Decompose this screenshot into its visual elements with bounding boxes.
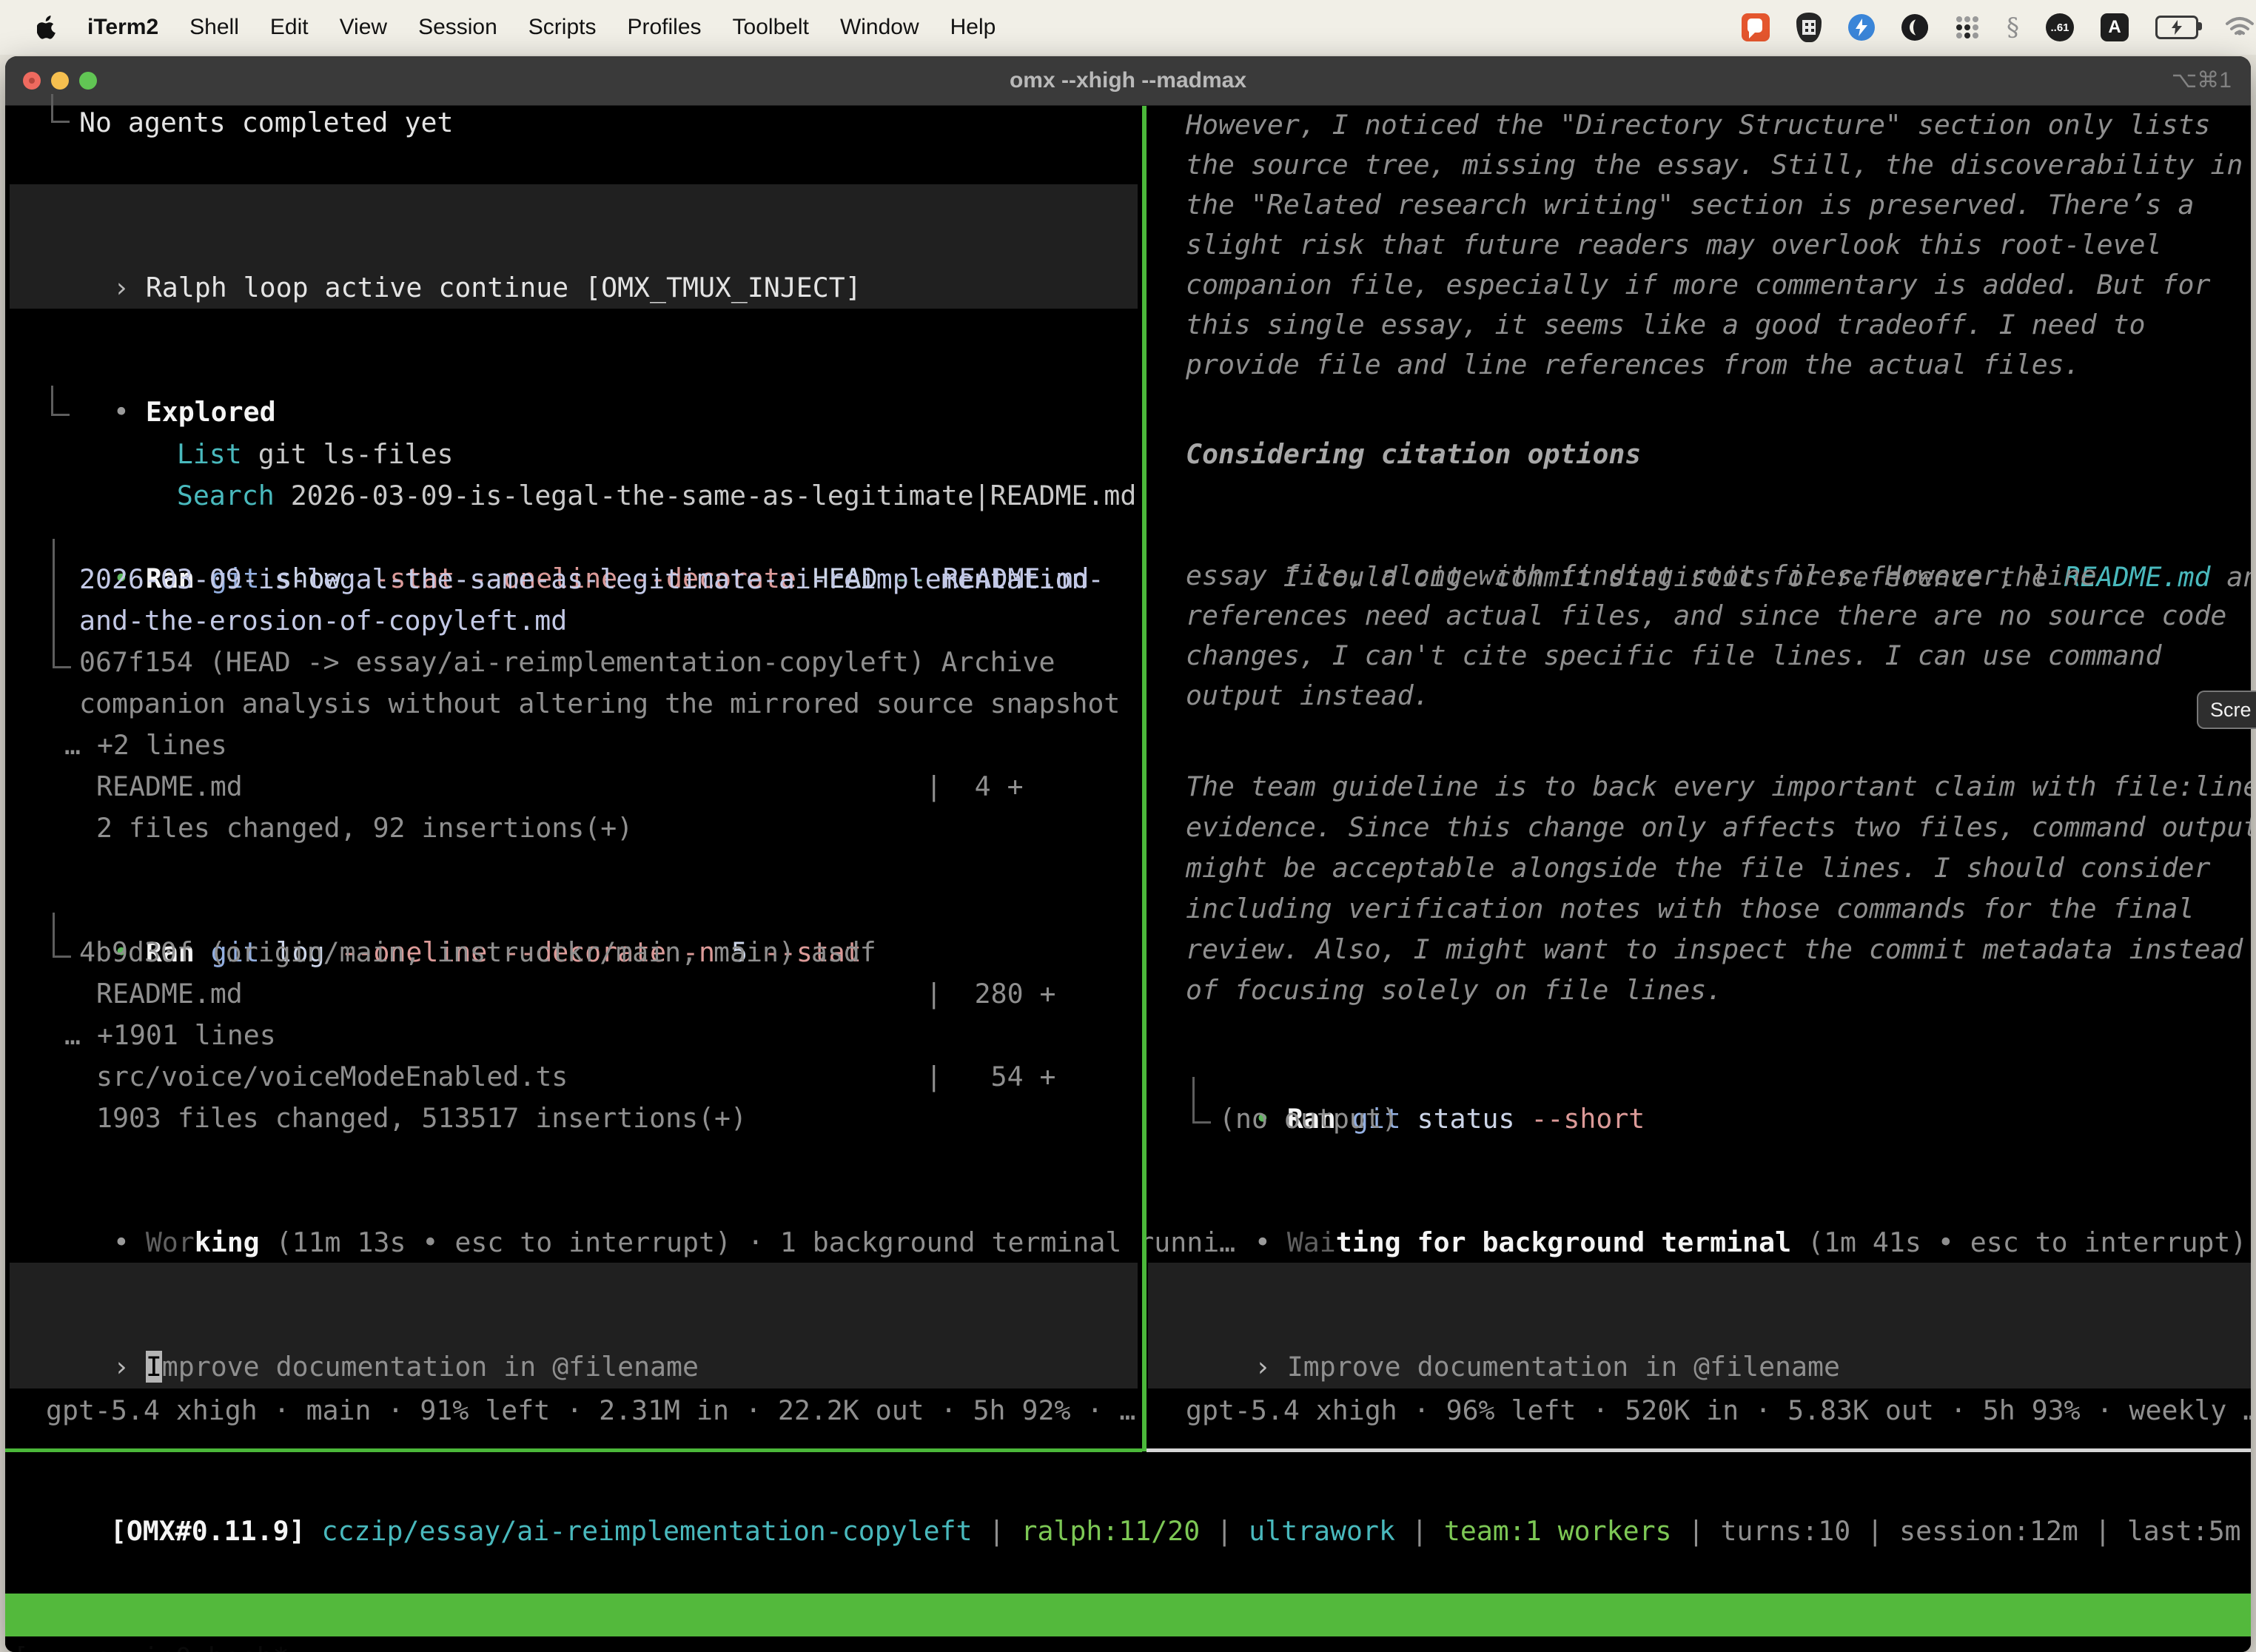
macos-menu-bar: iTerm2 Shell Edit View Session Scripts P… <box>0 0 2256 55</box>
git-show-output-line: companion analysis without altering the … <box>79 683 1120 725</box>
menu-item-window[interactable]: Window <box>840 15 919 40</box>
reasoning-paragraph-line: changes, I can't cite specific file line… <box>1186 635 2162 676</box>
window-shortcut-badge: ⌥⌘1 <box>2172 56 2232 105</box>
explored-search-line: Search 2026-03-09-is-legal-the-same-as-l… <box>79 434 1136 475</box>
menu-item-toolbelt[interactable]: Toolbelt <box>733 15 809 40</box>
git-show-stat-line: README.md | 4 + <box>96 766 1024 807</box>
git-show-arg-cont1: 2026-03-09-is-legal-the-same-as-legitima… <box>79 559 1104 600</box>
menu-item-session[interactable]: Session <box>418 15 497 40</box>
prompt-chevron: › <box>113 272 146 303</box>
menubar-status-icons: § ..61 A <box>1742 13 2256 42</box>
prompt-chevron: › <box>1255 1351 1287 1383</box>
git-status-command-line: • Ran git status --short <box>1157 1057 1645 1098</box>
git-show-arg-cont2: and-the-erosion-of-copyleft.md <box>79 600 567 642</box>
screen-share-overlay-button[interactable]: Scre <box>2197 691 2256 729</box>
reasoning-paragraph-line: evidence. Since this change only affects… <box>1186 807 2251 848</box>
git-log-stat-line: src/voice/voiceModeEnabled.ts | 54 + <box>96 1056 1056 1098</box>
dots-grid-icon[interactable] <box>1955 15 1980 40</box>
left-model-status-line: gpt-5.4 xhigh · main · 91% left · 2.31M … <box>46 1390 1135 1431</box>
blue-badge-icon[interactable] <box>1848 14 1875 41</box>
window-title: omx --xhigh --madmax <box>5 56 2251 105</box>
reasoning-paragraph-line: provide file and line references from th… <box>1186 344 2081 386</box>
menu-item-help[interactable]: Help <box>950 15 996 40</box>
menu-item-view[interactable]: View <box>340 15 387 40</box>
git-show-more-line: … +2 lines <box>64 725 227 766</box>
s-curve-icon[interactable]: § <box>2007 13 2019 42</box>
reasoning-paragraph-line: output instead. <box>1186 675 1430 716</box>
reasoning-paragraph-line: this single essay, it seems like a good … <box>1186 304 2146 346</box>
chat-app-icon[interactable] <box>1742 13 1770 41</box>
bullet-icon: • <box>113 1226 146 1258</box>
terminal-screen: No agents completed yet › Ralph loop act… <box>5 106 2251 1652</box>
dark-crescent-icon[interactable] <box>1901 14 1928 41</box>
reasoning-paragraph-line: slight risk that future readers may over… <box>1186 224 2162 266</box>
prompt-chevron: › <box>113 1351 146 1383</box>
right-prompt-line: › Improve documentation in @filename <box>1157 1305 1840 1346</box>
reasoning-paragraph-line: However, I noticed the "Directory Struct… <box>1186 104 2210 146</box>
menu-item-profiles[interactable]: Profiles <box>627 15 701 40</box>
iterm2-window: omx --xhigh --madmax ⌥⌘1 No agents compl… <box>5 56 2251 1652</box>
tmux-status-bar: [omx-cczip0:bash* "MacBook-Pro-44.local"… <box>5 1594 2251 1636</box>
explored-list-line: List git ls-files <box>79 392 453 434</box>
omx-ralph-counter: ralph:11/20 <box>1021 1515 1200 1547</box>
a-key-icon[interactable]: A <box>2101 13 2129 41</box>
tree-corner <box>51 94 70 123</box>
working-status-line: • Working (11m 13s • esc to interrupt) ·… <box>16 1181 1235 1222</box>
git-log-more-line: … +1901 lines <box>64 1015 276 1056</box>
apple-menu-icon[interactable] <box>37 16 56 39</box>
omx-team: team:1 workers <box>1444 1515 1672 1547</box>
battery-icon[interactable] <box>2155 16 2198 39</box>
reasoning-paragraph-line: review. Also, I might want to inspect th… <box>1186 929 2243 970</box>
inject-message-line: › Ralph loop active continue [OMX_TMUX_I… <box>16 226 862 267</box>
reasoning-paragraph-line: references need actual files, and since … <box>1186 595 2226 637</box>
tree-corner <box>51 386 70 416</box>
omx-session-stats: | turns:10 | session:12m | last:5m ago <box>1672 1515 2251 1547</box>
left-prompt-line: › Improve documentation in @filename <box>16 1305 699 1346</box>
active-pane-border <box>5 1448 1142 1452</box>
shield-grid-icon[interactable] <box>1796 13 1822 42</box>
battery-percent-icon[interactable]: ..61 <box>2046 13 2074 41</box>
reasoning-paragraph-line: including verification notes with those … <box>1186 888 2194 930</box>
inactive-pane-border <box>1147 1448 2251 1452</box>
agents-note-line: No agents completed yet <box>79 102 453 144</box>
tmux-session-name: [omx-cczip0:bash* <box>13 1636 289 1652</box>
reasoning-paragraph-line: the source tree, missing the essay. Stil… <box>1186 144 2243 186</box>
omx-version: [OMX#0.11.9] <box>110 1515 322 1547</box>
menu-item-shell[interactable]: Shell <box>189 15 239 40</box>
git-show-output-line: 067f154 (HEAD -> essay/ai-reimplementati… <box>79 642 1055 683</box>
tree-corner <box>53 539 71 668</box>
git-log-output-line: 4b9d30f (origin/main, instructkr/main, m… <box>79 932 876 973</box>
tree-corner <box>53 913 71 958</box>
right-model-status-line: gpt-5.4 xhigh · 96% left · 520K in · 5.8… <box>1186 1390 2251 1431</box>
git-log-command-line: • Ran git log --oneline --decorate -n 5 … <box>16 890 862 932</box>
window-titlebar: omx --xhigh --madmax ⌥⌘1 <box>5 56 2251 106</box>
git-log-summary-line: 1903 files changed, 513517 insertions(+) <box>96 1098 747 1139</box>
git-show-command-line: • Ran git show --stat --oneline --decora… <box>16 517 1089 558</box>
omx-worktree-path: cczip/essay/ai-reimplementation-copyleft <box>322 1515 973 1547</box>
menu-item-scripts[interactable]: Scripts <box>528 15 597 40</box>
pane-divider[interactable] <box>1142 106 1147 1451</box>
bullet-icon: • <box>1255 1226 1287 1258</box>
waiting-status-line: • Waiting for background terminal (1m 41… <box>1157 1181 2246 1222</box>
tree-corner <box>1192 1077 1211 1124</box>
reasoning-paragraph-line: of focusing solely on file lines. <box>1186 970 1722 1011</box>
reasoning-paragraph-line: companion file, especially if more comme… <box>1186 264 2210 306</box>
reasoning-paragraph-line: might be acceptable alongside the file l… <box>1186 847 2210 889</box>
menu-app-name[interactable]: iTerm2 <box>87 15 158 40</box>
omx-mode: ultrawork <box>1249 1515 1395 1547</box>
git-log-stat-line: README.md | 280 + <box>96 973 1056 1015</box>
wifi-icon[interactable] <box>2225 16 2243 38</box>
reasoning-paragraph-line: I could cite commit statistics or refere… <box>1186 515 2251 557</box>
reasoning-paragraph-line: The team guideline is to back every impo… <box>1186 766 2251 807</box>
git-status-output-line: (no output) <box>1219 1098 1398 1140</box>
reasoning-paragraph-line: the "Related research writing" section i… <box>1186 184 2194 226</box>
reasoning-heading: Considering citation options <box>1186 434 1641 475</box>
git-show-summary-line: 2 files changed, 92 insertions(+) <box>96 807 633 849</box>
text-cursor: I <box>146 1351 162 1383</box>
menu-item-edit[interactable]: Edit <box>270 15 309 40</box>
omx-status-line: [OMX#0.11.9] cczip/essay/ai-reimplementa… <box>13 1469 2251 1511</box>
reasoning-paragraph-line: essay file, along with finding root file… <box>1186 555 2097 597</box>
